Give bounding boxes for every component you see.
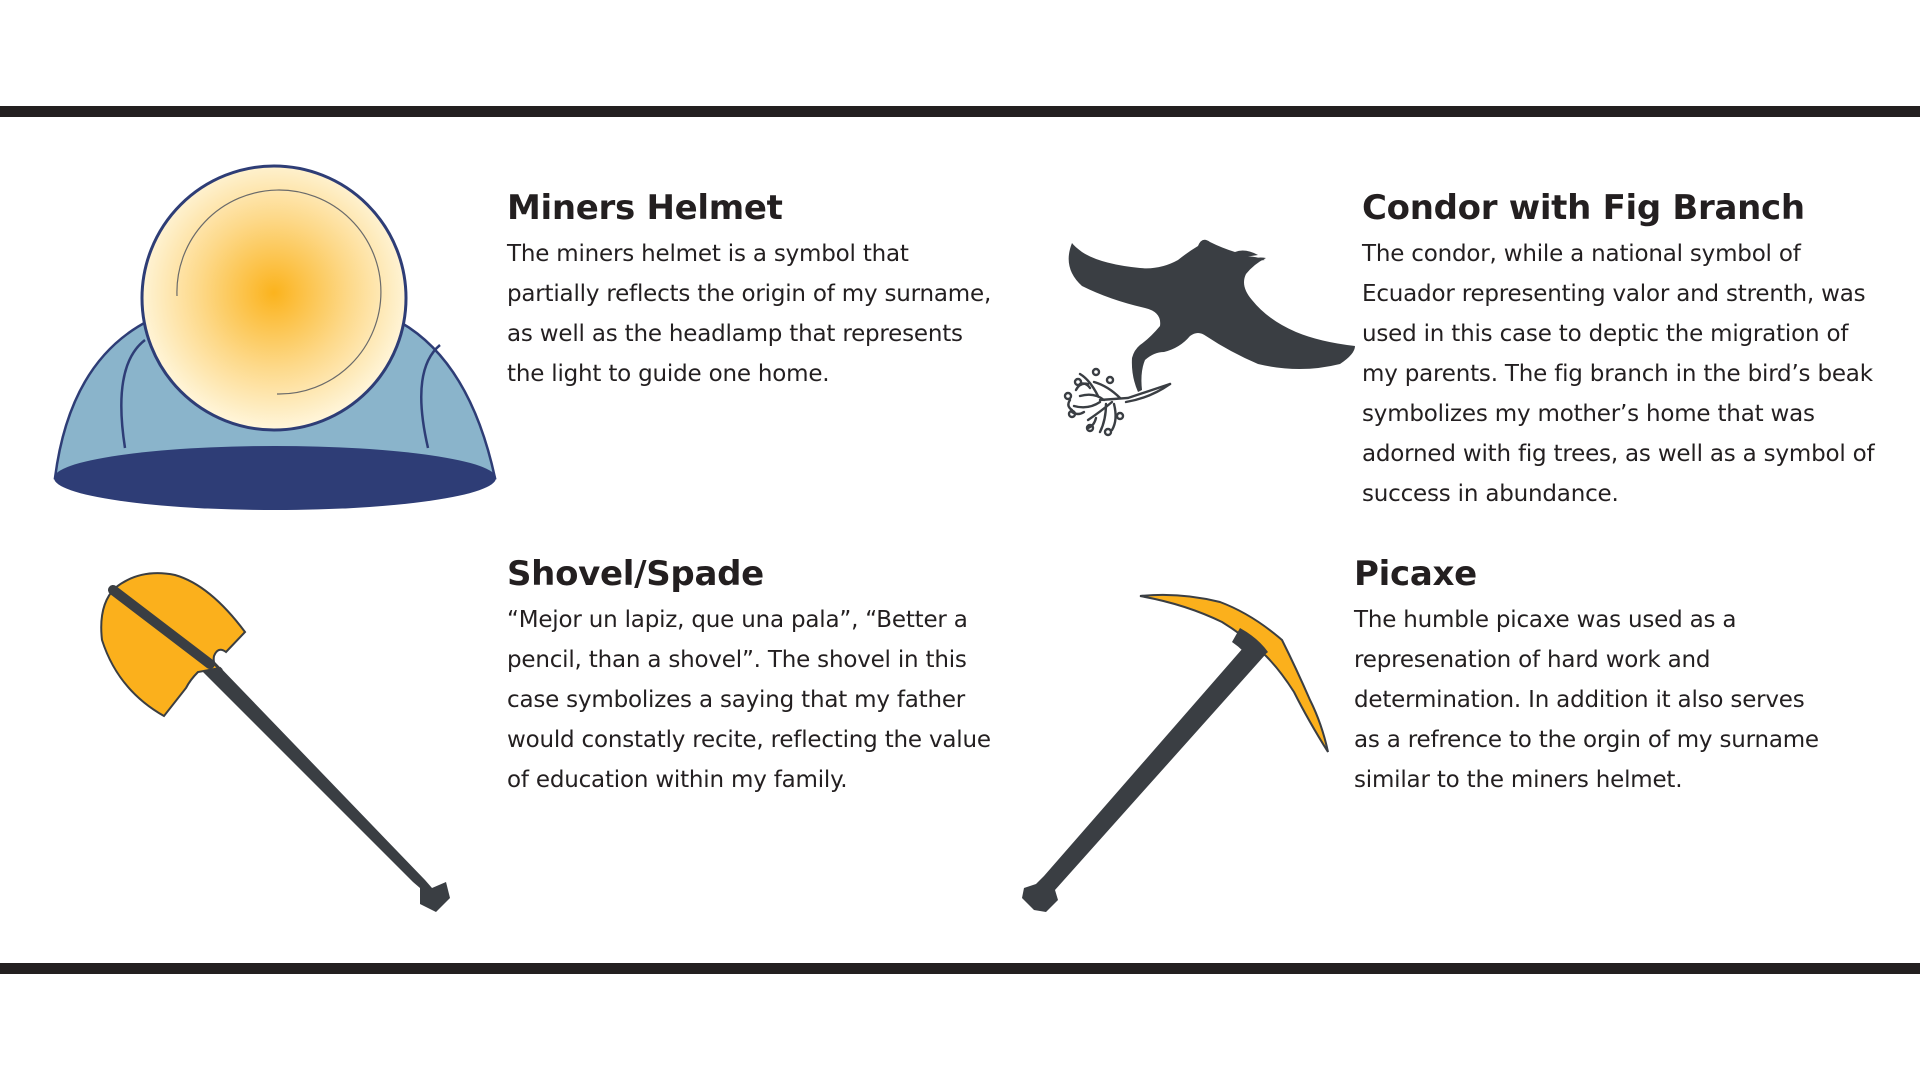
illustrations — [53, 164, 1355, 912]
entry-description: The miners helmet is a symbol that parti… — [507, 241, 992, 387]
entry-title: Picaxe — [1354, 554, 1477, 594]
entry-description: The condor, while a national symbol of E… — [1362, 241, 1875, 507]
picaxe-icon — [1022, 593, 1329, 912]
entry-description: “Mejor un lapiz, que una pala”, “Better … — [507, 607, 991, 793]
condor-icon — [1068, 239, 1355, 392]
entry-title: Shovel/Spade — [507, 554, 764, 594]
entry-condor: Condor with Fig Branch The condor, while… — [1362, 186, 1882, 514]
entry-title: Condor with Fig Branch — [1362, 188, 1805, 228]
fig-branch-icon — [1063, 367, 1172, 437]
entry-shovel: Shovel/Spade “Mejor un lapiz, que una pa… — [507, 552, 1007, 800]
entry-miners-helmet: Miners Helmet The miners helmet is a sym… — [507, 186, 1007, 394]
entry-description: The humble picaxe was used as a represen… — [1354, 607, 1819, 793]
miners-helmet-icon — [53, 164, 497, 510]
shovel-icon — [100, 572, 450, 912]
entry-title: Miners Helmet — [507, 188, 783, 228]
entry-picaxe: Picaxe The humble picaxe was used as a r… — [1354, 552, 1824, 800]
